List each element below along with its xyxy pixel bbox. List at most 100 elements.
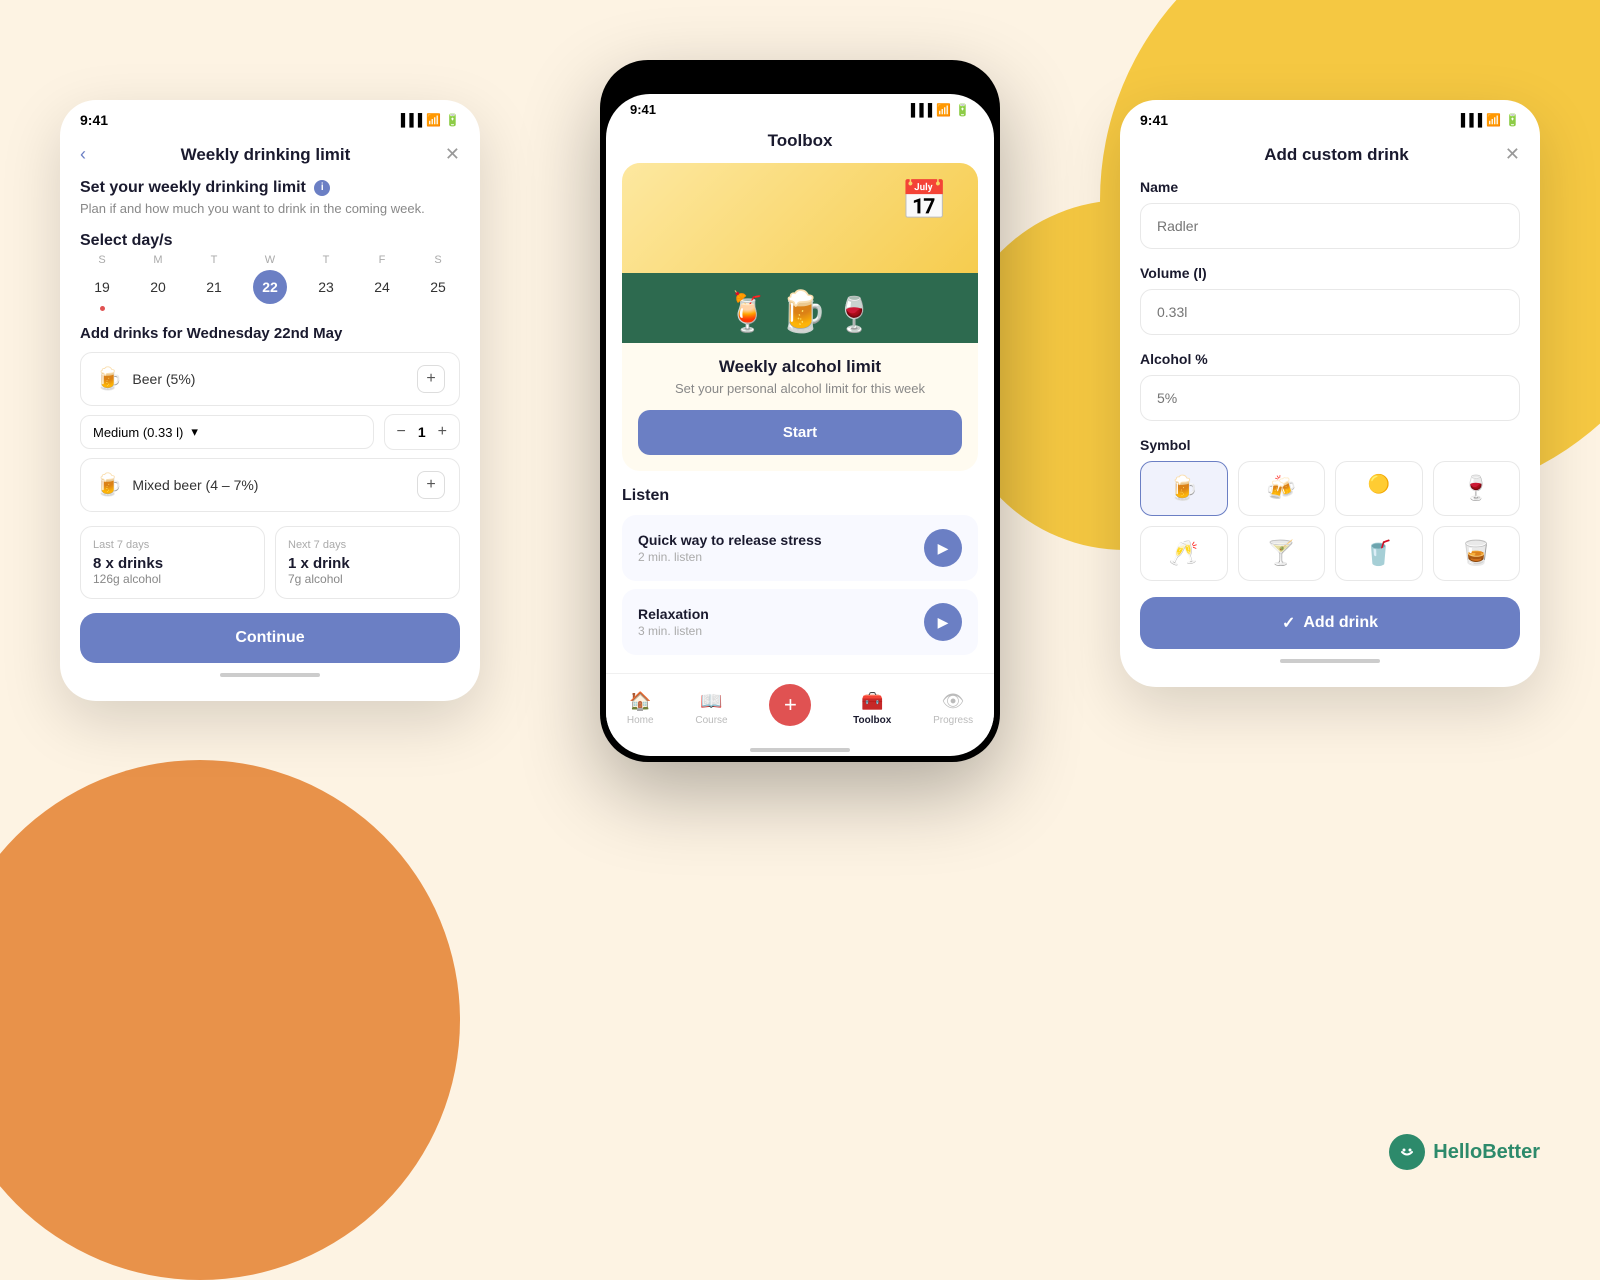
play-button-2[interactable]: ▶ xyxy=(924,603,962,641)
cocktail-icon: 🍹 xyxy=(724,291,771,335)
quantity-increase-button[interactable]: + xyxy=(438,423,447,441)
status-bar-center: 9:41 ▐▐▐ 📶 🔋 xyxy=(606,94,994,121)
listen-item-text-1: Quick way to release stress 2 min. liste… xyxy=(638,532,822,564)
battery-icon-r: 🔋 xyxy=(1505,113,1520,127)
symbol-item-4[interactable]: 🥂 xyxy=(1140,526,1228,581)
beer-add-button[interactable]: + xyxy=(417,365,445,393)
home-label: Home xyxy=(627,715,654,726)
bottom-nav: 🏠 Home 📖 Course + 🧰 Toolbox 👁 Progress xyxy=(606,673,994,738)
close-button-left[interactable]: ✕ xyxy=(445,144,460,165)
next-alcohol-value: 7g alcohol xyxy=(288,572,447,586)
listen-item-2: Relaxation 3 min. listen ▶ xyxy=(622,589,978,655)
name-input[interactable] xyxy=(1140,203,1520,249)
stat-box-last: Last 7 days 8 x drinks 126g alcohol xyxy=(80,526,265,599)
quantity-value: 1 xyxy=(418,424,426,440)
screen-header-left: ‹ Weekly drinking limit ✕ xyxy=(60,134,480,179)
stats-row: Last 7 days 8 x drinks 126g alcohol Next… xyxy=(80,526,460,599)
status-time-right: 9:41 xyxy=(1140,112,1168,128)
listen-duration-1: 2 min. listen xyxy=(638,550,822,564)
drink-item-left: 🍺 Beer (5%) xyxy=(95,366,195,392)
status-bar-left: 9:41 ▐▐▐ 📶 🔋 xyxy=(60,100,480,134)
calendar-icon: 📅 xyxy=(901,179,948,223)
signal-icon-c: ▐▐▐ xyxy=(907,103,933,117)
mixed-beer-label: Mixed beer (4 – 7%) xyxy=(132,477,258,493)
progress-icon: 👁 xyxy=(942,691,965,712)
status-icons-center: ▐▐▐ 📶 🔋 xyxy=(907,103,970,117)
symbol-item-5[interactable]: 🍸 xyxy=(1238,526,1326,581)
signal-icon-r: ▐▐▐ xyxy=(1457,113,1483,127)
cal-day-6[interactable]: S 25 xyxy=(416,254,460,311)
phone-content-center: 🍹 🍺 🍷 📅 Weekly alcohol limit Set your pe… xyxy=(606,163,994,673)
mixed-beer-add-button[interactable]: + xyxy=(417,471,445,499)
wal-card: 🍹 🍺 🍷 📅 Weekly alcohol limit Set your pe… xyxy=(622,163,978,471)
add-drinks-title: Add drinks for Wednesday 22nd May xyxy=(80,325,460,342)
drink-item-mixed-beer: 🍺 Mixed beer (4 – 7%) + xyxy=(80,458,460,512)
listen-item-1: Quick way to release stress 2 min. liste… xyxy=(622,515,978,581)
cal-day-5[interactable]: F 24 xyxy=(360,254,404,311)
size-select-dropdown[interactable]: Medium (0.33 l) ▾ xyxy=(80,415,374,449)
add-drink-check: ✓ xyxy=(1282,613,1295,633)
form-group-alcohol: Alcohol % xyxy=(1140,351,1520,421)
nav-item-toolbox[interactable]: 🧰 Toolbox xyxy=(853,691,891,726)
nav-item-add[interactable]: + xyxy=(769,684,811,732)
wal-card-subtitle: Set your personal alcohol limit for this… xyxy=(638,381,962,396)
last-drinks-value: 8 x drinks xyxy=(93,555,252,572)
nav-item-home[interactable]: 🏠 Home xyxy=(627,691,654,726)
volume-label: Volume (l) xyxy=(1140,265,1520,281)
symbol-item-7[interactable]: 🥃 xyxy=(1433,526,1521,581)
wifi-icon-r: 📶 xyxy=(1486,113,1501,127)
phone-center-inner: 9:41 ▐▐▐ 📶 🔋 Toolbox 🍹 xyxy=(606,94,994,756)
battery-icon-c: 🔋 xyxy=(955,103,970,117)
calendar-days-row: S 19 M 20 T 21 W 22 T 23 xyxy=(80,254,460,311)
phones-container: 9:41 ▐▐▐ 📶 🔋 ‹ Weekly drinking limit ✕ S… xyxy=(60,60,1540,1140)
next-drinks-value: 1 x drink xyxy=(288,555,447,572)
cal-day-2[interactable]: T 21 xyxy=(192,254,236,311)
phone-right: 9:41 ▐▐▐ 📶 🔋 Add custom drink ✕ Name Vol… xyxy=(1120,100,1540,687)
progress-label: Progress xyxy=(933,715,973,726)
symbol-item-0[interactable]: 🍺 xyxy=(1140,461,1228,516)
nav-item-course[interactable]: 📖 Course xyxy=(695,691,727,726)
alcohol-label: Alcohol % xyxy=(1140,351,1520,367)
beer-mug-icon: 🍺 xyxy=(778,288,828,335)
course-label: Course xyxy=(695,715,727,726)
play-button-1[interactable]: ▶ xyxy=(924,529,962,567)
form-group-symbol: Symbol 🍺 🍻 🟡 🍷 🥂 🍸 🥤 🥃 xyxy=(1140,437,1520,581)
symbol-item-2[interactable]: 🟡 xyxy=(1335,461,1423,516)
symbol-item-1[interactable]: 🍻 xyxy=(1238,461,1326,516)
alcohol-input[interactable] xyxy=(1140,375,1520,421)
phone-notch xyxy=(730,66,870,94)
add-center-button[interactable]: + xyxy=(769,684,811,726)
symbol-item-6[interactable]: 🥤 xyxy=(1335,526,1423,581)
listen-name-1: Quick way to release stress xyxy=(638,532,822,548)
bottom-indicator-right xyxy=(1280,659,1380,663)
hb-text: HelloBetter xyxy=(1433,1141,1540,1164)
cal-day-1[interactable]: M 20 xyxy=(136,254,180,311)
set-limit-subtitle: Plan if and how much you want to drink i… xyxy=(80,201,460,216)
add-drink-button[interactable]: ✓ Add drink xyxy=(1140,597,1520,649)
cal-day-0[interactable]: S 19 xyxy=(80,254,124,311)
symbol-item-3[interactable]: 🍷 xyxy=(1433,461,1521,516)
battery-icon: 🔋 xyxy=(445,113,460,127)
symbol-label: Symbol xyxy=(1140,437,1520,453)
phone-content-right: Name Volume (l) Alcohol % Symbol 🍺 🍻 🟡 xyxy=(1120,179,1540,687)
nav-item-progress[interactable]: 👁 Progress xyxy=(933,691,973,726)
volume-input[interactable] xyxy=(1140,289,1520,335)
stat-box-next: Next 7 days 1 x drink 7g alcohol xyxy=(275,526,460,599)
close-button-right[interactable]: ✕ xyxy=(1505,144,1520,165)
next-period-label: Next 7 days xyxy=(288,539,447,551)
start-button[interactable]: Start xyxy=(638,410,962,455)
info-icon[interactable]: i xyxy=(314,180,330,196)
mixed-beer-icon: 🍺 xyxy=(95,472,122,498)
continue-button[interactable]: Continue xyxy=(80,613,460,663)
form-group-name: Name xyxy=(1140,179,1520,249)
dropdown-chevron: ▾ xyxy=(191,424,198,440)
quantity-decrease-button[interactable]: − xyxy=(397,423,406,441)
status-time-left: 9:41 xyxy=(80,112,108,128)
wifi-icon: 📶 xyxy=(426,113,441,127)
screen-title-left: Weekly drinking limit xyxy=(86,145,445,165)
cal-day-4[interactable]: T 23 xyxy=(304,254,348,311)
drink-item-left-2: 🍺 Mixed beer (4 – 7%) xyxy=(95,472,258,498)
cal-day-3[interactable]: W 22 xyxy=(248,254,292,311)
phone-left: 9:41 ▐▐▐ 📶 🔋 ‹ Weekly drinking limit ✕ S… xyxy=(60,100,480,701)
screen-title-right: Add custom drink xyxy=(1168,145,1505,165)
